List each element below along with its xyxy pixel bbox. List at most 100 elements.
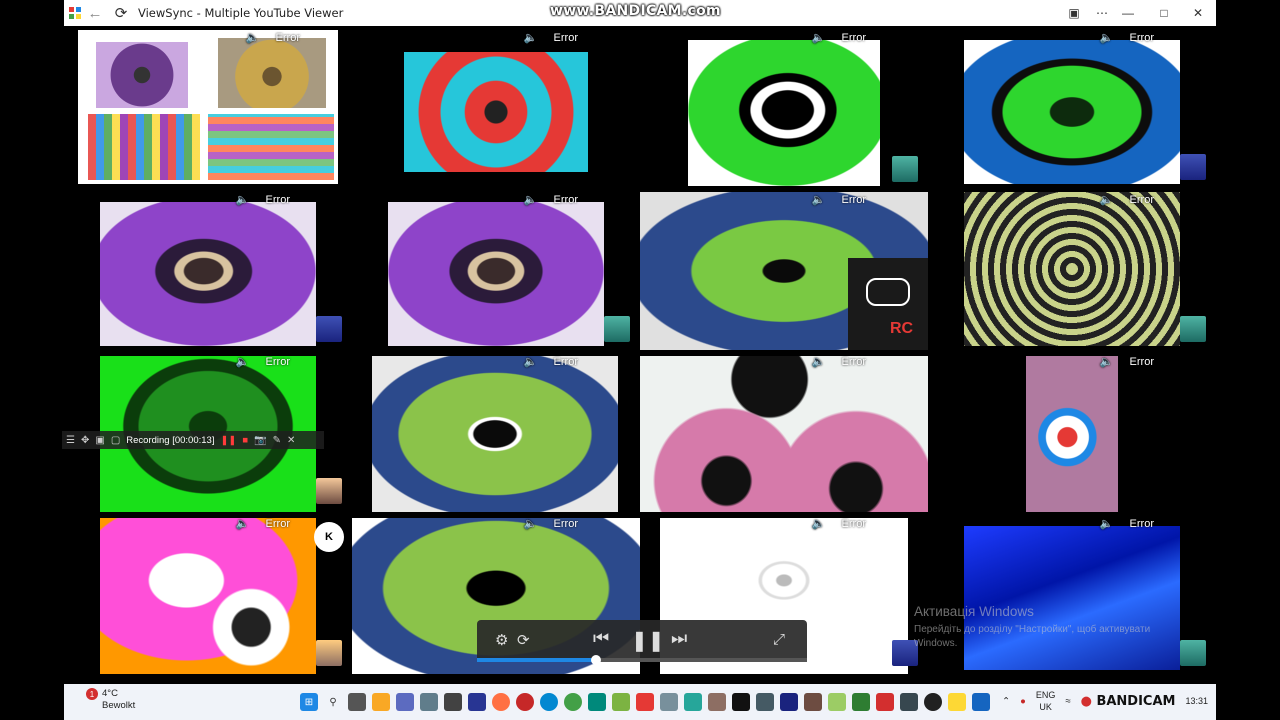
menu-icon[interactable]: ☰ [66, 435, 75, 446]
crop-icon[interactable]: ▢ [111, 435, 120, 446]
video-tile[interactable]: K 🔈 Error [64, 512, 352, 674]
minimize-button[interactable]: — [1110, 0, 1146, 26]
video-tile[interactable]: 🔈 Error [928, 26, 1216, 188]
speaker-icon[interactable]: 🔈 [524, 193, 538, 206]
video-tile[interactable]: 🔈 Error [640, 26, 928, 188]
paint-app-icon[interactable] [636, 693, 654, 711]
speaker-icon[interactable]: 🔈 [1100, 193, 1114, 206]
speaker-icon[interactable]: 🔈 [812, 193, 826, 206]
speaker-icon[interactable]: 🔈 [236, 355, 250, 368]
editor-app-icon[interactable] [804, 693, 822, 711]
sync-icon[interactable]: ⟳ [517, 631, 530, 649]
edge-icon[interactable] [540, 693, 558, 711]
windows-start-icon[interactable]: ⊞ [300, 693, 318, 711]
language-indicator[interactable]: ENG UK [1036, 689, 1056, 713]
vpn-app-icon[interactable] [924, 693, 942, 711]
refresh-icon[interactable]: ⟳ [108, 0, 134, 26]
pen-app-icon[interactable] [444, 693, 462, 711]
previous-icon[interactable]: ⏮ [593, 628, 609, 649]
progress-knob[interactable] [590, 655, 601, 665]
pencil-icon[interactable]: ✎ [273, 435, 281, 446]
next-icon[interactable]: ⏭ [671, 628, 687, 649]
chrome-icon[interactable] [564, 693, 582, 711]
video-tile[interactable]: 🔈 Error [640, 350, 928, 512]
system-tray: ⌃ ● ENG UK ≈ ● BANDICAM 13:31 [1002, 689, 1208, 713]
wifi-icon[interactable]: ≈ [1065, 696, 1070, 707]
speaker-icon[interactable]: 🔈 [1100, 517, 1114, 530]
move-icon[interactable]: ✥ [81, 435, 89, 446]
maximize-button[interactable]: □ [1146, 0, 1182, 26]
file-explorer-icon[interactable] [372, 693, 390, 711]
tile-status-overlay: 🔈 Error [812, 31, 866, 45]
channel-avatar [1180, 316, 1206, 342]
channel-avatar [316, 640, 342, 666]
tv-app-icon[interactable] [780, 693, 798, 711]
speaker-icon[interactable]: 🔈 [524, 355, 538, 368]
photo-app-icon[interactable] [684, 693, 702, 711]
box-app-icon[interactable] [852, 693, 870, 711]
film-app-icon[interactable] [468, 693, 486, 711]
clock[interactable]: 13:31 [1185, 695, 1208, 707]
camera-icon[interactable]: 📷 [254, 435, 266, 446]
store-icon[interactable] [588, 693, 606, 711]
window-title: ViewSync - Multiple YouTube Viewer [138, 6, 344, 20]
tile-status: Error [1129, 31, 1154, 44]
teams-icon[interactable] [396, 693, 414, 711]
viewsync-taskbar-icon[interactable] [948, 693, 966, 711]
tile-status: Error [1129, 355, 1154, 368]
weather-widget[interactable]: 1 4°C Bewolkt [86, 688, 135, 712]
video-tile[interactable]: 🔈 Error [352, 188, 640, 350]
progress-bar[interactable] [477, 658, 807, 662]
notes-app-icon[interactable] [828, 693, 846, 711]
speaker-icon[interactable]: 🔈 [1100, 31, 1114, 44]
video-frame [404, 52, 588, 172]
chevron-up-icon[interactable]: ⌃ [1002, 696, 1010, 707]
close-button[interactable]: ✕ [1180, 0, 1216, 26]
video-tile[interactable]: RC 🔈 Error [640, 188, 928, 350]
video-tile[interactable]: 🔈 Error [64, 26, 352, 188]
settings-icon[interactable]: ⚙ [495, 631, 508, 649]
region-icon[interactable]: ▣ [95, 435, 104, 446]
speaker-icon[interactable]: 🔈 [524, 517, 538, 530]
video-tile[interactable]: 🔈 Error [64, 188, 352, 350]
video-frame [100, 518, 316, 674]
record-tray-icon[interactable]: ● [1020, 696, 1026, 707]
media-app-icon[interactable] [612, 693, 630, 711]
video-tile[interactable]: 🔈 Error [928, 350, 1216, 512]
speaker-icon[interactable]: 🔈 [1100, 355, 1114, 368]
speaker-icon[interactable]: 🔈 [236, 193, 250, 206]
viewer-app-icon[interactable] [900, 693, 918, 711]
bandicam-brand-text: BANDICAM [1096, 693, 1176, 709]
speaker-icon[interactable]: 🔈 [246, 31, 260, 44]
speaker-icon[interactable]: 🔈 [524, 31, 538, 44]
active-app-icon[interactable] [972, 693, 990, 711]
task-view-icon[interactable] [348, 693, 366, 711]
video-frame [640, 356, 928, 512]
tile-status-overlay: 🔈 Error [1100, 355, 1154, 369]
bandicam-watermark: www.BANDICAM.com [550, 3, 721, 19]
speaker-icon[interactable]: 🔈 [812, 31, 826, 44]
video-tile[interactable]: 🔈 Error [928, 188, 1216, 350]
tiktok-icon[interactable] [732, 693, 750, 711]
pause-button[interactable]: ❚❚ [631, 628, 665, 653]
stop-icon[interactable]: ■ [242, 435, 248, 446]
tool-app-icon[interactable] [660, 693, 678, 711]
gear-app-icon[interactable] [756, 693, 774, 711]
speaker-icon[interactable]: 🔈 [812, 355, 826, 368]
progress-fill [477, 658, 596, 662]
fullscreen-icon[interactable]: ⤢ [773, 631, 785, 648]
video-tile[interactable]: 🔈 Error [352, 350, 640, 512]
youtube-icon[interactable] [876, 693, 894, 711]
speaker-icon[interactable]: 🔈 [812, 517, 826, 530]
back-arrow-icon[interactable]: ← [82, 0, 108, 26]
close-icon[interactable]: ✕ [287, 435, 295, 446]
pause-icon[interactable]: ❚❚ [220, 435, 236, 446]
speaker-icon[interactable]: 🔈 [236, 517, 250, 530]
video-tile[interactable]: 🔈 Error [352, 26, 640, 188]
game-app-icon[interactable] [708, 693, 726, 711]
tile-status-overlay: 🔈 Error [812, 355, 866, 369]
firefox-icon[interactable] [492, 693, 510, 711]
record-app-icon[interactable] [516, 693, 534, 711]
search-icon[interactable]: ⚲ [324, 693, 342, 711]
settings-app-icon[interactable] [420, 693, 438, 711]
